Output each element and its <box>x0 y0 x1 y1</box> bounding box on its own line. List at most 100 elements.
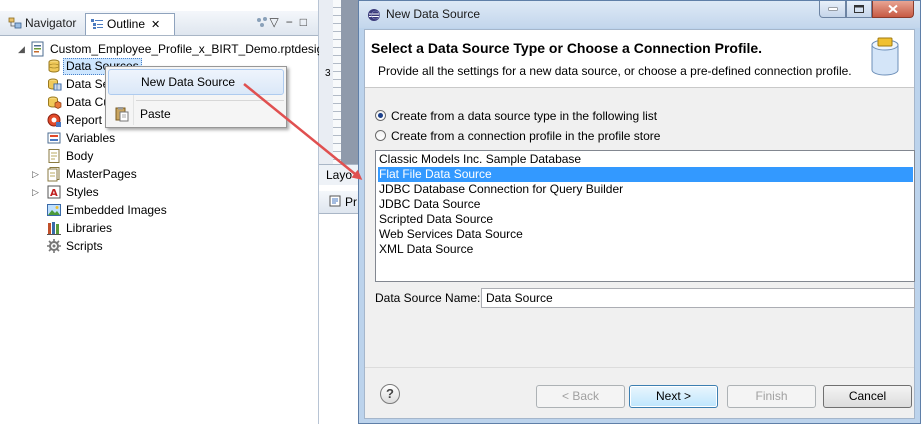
wizard-page-description: Provide all the settings for a new data … <box>378 64 852 78</box>
paste-icon <box>115 107 129 122</box>
list-item[interactable]: JDBC Data Source <box>378 197 913 212</box>
list-item[interactable]: Web Services Data Source <box>378 227 913 242</box>
tree-item-data-cubes[interactable]: Data Cu <box>34 93 110 111</box>
report-parameters-icon <box>47 113 61 127</box>
data-sets-icon <box>48 78 62 91</box>
list-item-selected[interactable]: Flat File Data Source <box>378 167 913 182</box>
maximize-icon[interactable]: □ <box>300 15 314 29</box>
tree-item-libraries[interactable]: Libraries <box>34 219 134 237</box>
help-button[interactable]: ? <box>380 384 400 404</box>
list-item[interactable]: Classic Models Inc. Sample Database <box>378 152 913 167</box>
tree-collapsed-icon[interactable]: ▷ <box>32 183 42 201</box>
new-data-source-dialog: New Data Source Select a Data Source Typ… <box>358 0 921 424</box>
variables-icon <box>47 132 61 144</box>
list-item[interactable]: JDBC Database Connection for Query Build… <box>378 182 913 197</box>
libraries-icon <box>47 222 61 235</box>
menu-separator <box>136 100 284 101</box>
menu-item-label: New Data Source <box>141 75 236 89</box>
finish-button[interactable]: Finish <box>727 385 816 408</box>
view-tab-bar: Navigator Outline ✕ ▽−□ <box>0 11 318 36</box>
tree-label-data-cubes: Data Cu <box>66 95 111 109</box>
tab-properties-label: Pr <box>345 195 357 209</box>
menu-item-label: Paste <box>140 107 171 121</box>
close-button[interactable] <box>872 1 914 18</box>
list-item[interactable]: Scripted Data Source <box>378 212 913 227</box>
view-toolbar: ▽−□ <box>256 15 315 29</box>
outline-icon <box>91 19 103 29</box>
maximize-button[interactable] <box>846 1 872 18</box>
tree-expanded-icon[interactable]: ◢ <box>18 40 28 58</box>
tree-item-styles[interactable]: ▷ A Styles <box>32 183 134 201</box>
tree-label-scripts: Scripts <box>66 239 103 253</box>
tab-layout[interactable]: Layo <box>319 164 359 185</box>
data-cubes-icon <box>48 96 62 109</box>
tree-item-embedded-images[interactable]: Embedded Images <box>34 201 184 219</box>
view-menu-icon[interactable] <box>256 16 270 28</box>
menu-item-paste[interactable]: Paste <box>108 102 282 126</box>
list-item[interactable]: XML Data Source <box>378 242 913 257</box>
tree-item-body[interactable]: Body <box>34 147 134 165</box>
data-source-type-list[interactable]: Classic Models Inc. Sample Database Flat… <box>375 150 915 282</box>
database-wizard-icon <box>871 37 899 76</box>
wizard-header: Select a Data Source Type or Choose a Co… <box>365 30 914 88</box>
outline-view: Navigator Outline ✕ ▽−□ ◢ Custom_Employee… <box>0 0 330 424</box>
svg-text:A: A <box>50 188 58 199</box>
dialog-title: New Data Source <box>386 7 481 21</box>
data-source-name-input[interactable] <box>481 288 915 308</box>
footer-separator <box>365 367 914 368</box>
context-menu: New Data Source Paste <box>105 66 287 128</box>
tree-label-root: Custom_Employee_Profile_x_BIRT_Demo.rptd… <box>50 42 330 56</box>
close-icon[interactable]: ✕ <box>151 19 160 31</box>
next-button[interactable]: Next > <box>629 385 718 408</box>
body-icon <box>48 149 60 163</box>
tree-item-master-pages[interactable]: ▷ MasterPages <box>32 165 154 183</box>
close-icon <box>888 4 898 14</box>
dialog-titlebar[interactable]: New Data Source <box>359 1 920 28</box>
back-button[interactable]: < Back <box>536 385 625 408</box>
eclipse-icon <box>368 9 380 21</box>
tab-navigator[interactable]: Navigator <box>4 13 82 34</box>
radio-connection-profile-label: Create from a connection profile in the … <box>391 129 661 143</box>
tree-label-styles: Styles <box>66 185 99 199</box>
tree-item-data-sets[interactable]: Data Se <box>34 75 109 93</box>
tree-collapsed-icon[interactable]: ▷ <box>32 165 42 183</box>
minimize-button[interactable] <box>819 1 846 18</box>
tree-row-root[interactable]: ◢ Custom_Employee_Profile_x_BIRT_Demo.rp… <box>18 40 330 58</box>
chevron-down-icon[interactable]: ▽ <box>270 15 286 29</box>
data-sources-icon <box>48 59 60 73</box>
layout-canvas[interactable] <box>341 0 359 168</box>
editor-strip: 3 Layo Pr <box>319 0 359 424</box>
radio-connection-profile-indicator[interactable] <box>375 130 386 141</box>
radio-source-type-indicator[interactable] <box>375 110 386 121</box>
minimize-icon[interactable]: − <box>286 15 300 29</box>
tab-layout-label: Layo <box>326 168 353 182</box>
data-source-name-label: Data Source Name: <box>375 291 481 305</box>
radio-source-type-label: Create from a data source type in the fo… <box>391 109 658 123</box>
tree-item-scripts[interactable]: Scripts <box>34 237 134 255</box>
cancel-button[interactable]: Cancel <box>823 385 912 408</box>
tree-label-embedded-images: Embedded Images <box>66 203 167 217</box>
tree-label-variables: Variables <box>66 131 116 145</box>
tree-label-master-pages: MasterPages <box>66 167 137 181</box>
dialog-client-area: Select a Data Source Type or Choose a Co… <box>364 29 915 419</box>
tree-item-report-parameters[interactable]: Report <box>34 111 104 129</box>
maximize-icon <box>854 5 864 13</box>
master-pages-icon <box>47 167 60 182</box>
navigator-icon <box>8 17 22 29</box>
tab-outline[interactable]: Outline ✕ <box>85 13 175 35</box>
embedded-images-icon <box>47 204 61 216</box>
ruler-mark: 3 <box>325 68 331 79</box>
tree-label-data-sets: Data Se <box>66 77 110 91</box>
tab-navigator-label: Navigator <box>25 16 77 30</box>
tree-label-body: Body <box>66 149 94 163</box>
scripts-icon <box>47 239 61 253</box>
report-design-icon <box>31 41 44 57</box>
tab-properties[interactable]: Pr <box>319 191 359 214</box>
tree-item-variables[interactable]: Variables <box>34 129 134 147</box>
minimize-icon <box>828 7 837 11</box>
properties-icon <box>329 195 341 207</box>
vertical-ruler: 3 <box>319 0 342 168</box>
styles-icon: A <box>47 185 61 199</box>
ruler-ticks <box>333 0 341 168</box>
menu-item-new-data-source[interactable]: New Data Source <box>108 69 284 95</box>
